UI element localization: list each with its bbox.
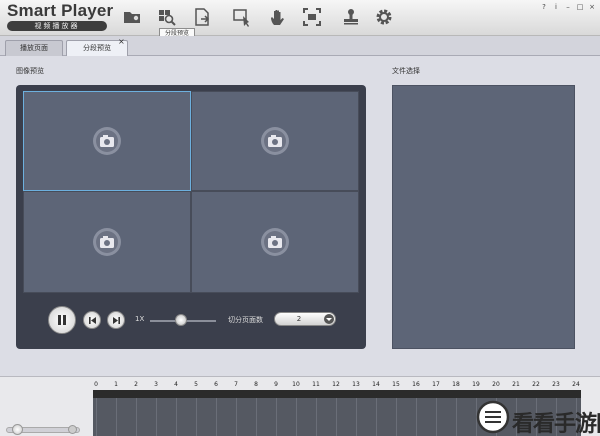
timeline-grid-line (156, 398, 157, 436)
timeline-tick-label: 8 (254, 381, 258, 388)
preview-cell-3[interactable] (23, 191, 191, 293)
timeline-tick-label: 14 (372, 381, 380, 388)
timeline-tick-label: 9 (274, 381, 278, 388)
timeline-tick-label: 20 (492, 381, 500, 388)
camera-icon (93, 127, 121, 155)
app-subtitle: 视频播放器 (7, 21, 107, 31)
preview-cell-1[interactable] (23, 91, 191, 191)
timeline-zoom-end[interactable] (68, 425, 77, 434)
timeline-zoom-thumb[interactable] (11, 424, 23, 435)
timeline-grid-line (436, 398, 437, 436)
close-button[interactable]: × (588, 3, 596, 12)
watermark: 看看手游网 (474, 398, 600, 436)
timeline-tick-label: 22 (532, 381, 540, 388)
tab-bar: 播放页面 分段预览 (0, 36, 600, 56)
watermark-logo-icon (476, 400, 510, 434)
timeline-grid-line (96, 398, 97, 436)
file-section-label: 文件选择 (392, 67, 420, 75)
timeline-tick-label: 10 (292, 381, 300, 388)
image-preview-panel: 1X 切分页面数 2 (16, 85, 366, 349)
playback-controls: 1X 切分页面数 2 (16, 293, 366, 349)
tab-close-icon[interactable]: × (118, 37, 125, 46)
timeline-tick-label: 12 (332, 381, 340, 388)
help-button[interactable]: ? (540, 3, 548, 12)
timeline-grid-line (236, 398, 237, 436)
export-file-icon[interactable] (189, 4, 215, 30)
select-window-icon[interactable] (229, 4, 255, 30)
file-select-panel[interactable] (392, 85, 575, 349)
timeline-grid-line (396, 398, 397, 436)
timeline-tick-label: 2 (134, 381, 138, 388)
slow-down-button[interactable] (83, 311, 101, 329)
speed-label: 1X (135, 315, 145, 323)
timeline-tick-label: 21 (512, 381, 520, 388)
timeline-grid-line (196, 398, 197, 436)
timeline-tick-label: 23 (552, 381, 560, 388)
maximize-button[interactable]: □ (576, 3, 584, 12)
settings-icon[interactable] (371, 4, 397, 30)
timeline-tick-label: 16 (412, 381, 420, 388)
timeline-tick-label: 3 (154, 381, 158, 388)
hand-icon[interactable] (265, 4, 291, 30)
timeline-tick-label: 19 (472, 381, 480, 388)
open-folder-icon[interactable] (119, 4, 145, 30)
preview-cell-4[interactable] (191, 191, 359, 293)
preview-cell-2[interactable] (191, 91, 359, 191)
timeline-tick-label: 7 (234, 381, 238, 388)
timeline-grid-line (116, 398, 117, 436)
split-count-value: 2 (296, 315, 302, 323)
split-count-select[interactable]: 2 (274, 312, 336, 326)
preview-section-label: 图像预览 (16, 67, 44, 75)
timeline-grid-line (456, 398, 457, 436)
timeline-tick-label: 18 (452, 381, 460, 388)
timeline-grid-line (216, 398, 217, 436)
fast-forward-icon (112, 316, 120, 324)
timeline-grid-line (336, 398, 337, 436)
stamp-icon[interactable] (338, 4, 364, 30)
timeline-grid-line (176, 398, 177, 436)
window-controls: ? i – □ × (540, 3, 596, 12)
timeline-tick-label: 1 (114, 381, 118, 388)
segment-preview-icon[interactable] (154, 4, 180, 30)
minimize-button[interactable]: – (564, 3, 572, 12)
camera-icon (261, 127, 289, 155)
timeline-tick-label: 5 (194, 381, 198, 388)
timeline-grid-line (376, 398, 377, 436)
timeline-tick-label: 13 (352, 381, 360, 388)
timeline-tick-label: 6 (214, 381, 218, 388)
speed-slider-thumb[interactable] (175, 314, 188, 326)
timeline-tick-label: 15 (392, 381, 400, 388)
timeline-grid-line (416, 398, 417, 436)
tab-playback-page[interactable]: 播放页面 (5, 40, 63, 56)
timeline-tick-label: 0 (94, 381, 98, 388)
camera-icon (93, 228, 121, 256)
timeline-grid-line (256, 398, 257, 436)
fullscreen-icon[interactable] (299, 4, 325, 30)
timeline-tick-label: 11 (312, 381, 320, 388)
speed-up-button[interactable] (107, 311, 125, 329)
pause-icon (58, 315, 66, 325)
chevron-down-icon (324, 314, 334, 324)
timeline-tick-label: 4 (174, 381, 178, 388)
timeline-grid-line (316, 398, 317, 436)
timeline-grid-line (296, 398, 297, 436)
app-logo: Smart Player 视频播放器 (7, 1, 113, 31)
watermark-text: 看看手游网 (512, 412, 600, 436)
timeline-grid-line (276, 398, 277, 436)
info-button[interactable]: i (552, 3, 560, 12)
camera-icon (261, 228, 289, 256)
app-title: Smart Player (7, 1, 114, 20)
timeline-grid-line (136, 398, 137, 436)
split-count-label: 切分页面数 (228, 316, 263, 324)
timeline-grid-line (356, 398, 357, 436)
rewind-icon (88, 316, 96, 324)
timeline-bar[interactable] (93, 390, 581, 398)
title-bar: Smart Player 视频播放器 ? i – □ × (0, 0, 600, 36)
timeline-tick-label: 24 (572, 381, 580, 388)
timeline-tick-label: 17 (432, 381, 440, 388)
pause-button[interactable] (48, 306, 76, 334)
